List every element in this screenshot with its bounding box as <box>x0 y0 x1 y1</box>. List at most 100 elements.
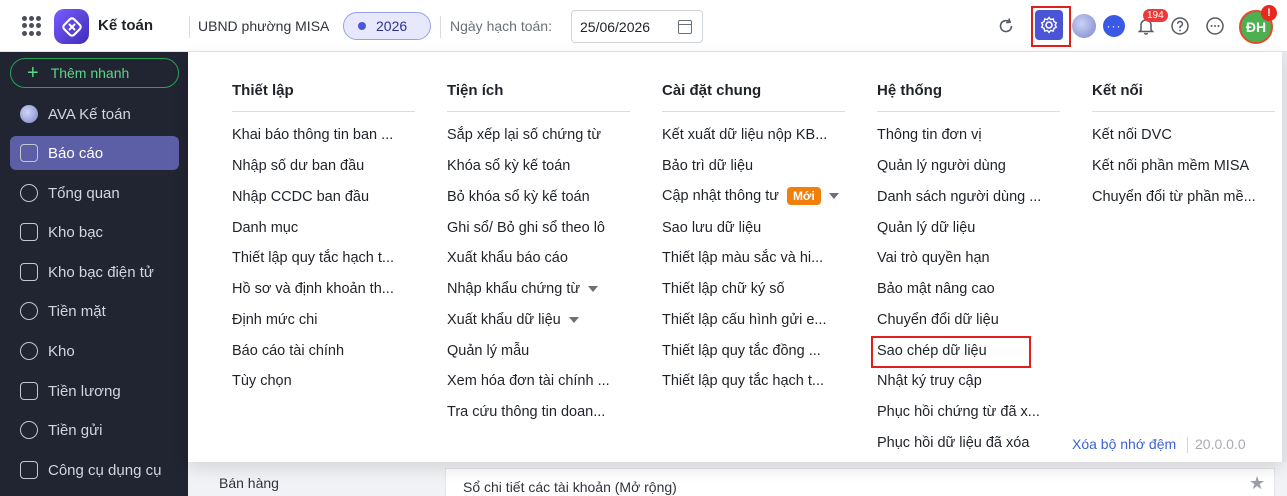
menu-item-export-data[interactable]: Xuất khẩu dữ liệu <box>447 312 579 328</box>
column-divider <box>662 111 845 112</box>
menu-item-lock-period[interactable]: Khóa sổ kỳ kế toán <box>447 158 570 174</box>
header-divider <box>440 16 441 38</box>
menu-item-spending-limits[interactable]: Định mức chi <box>232 312 317 328</box>
menu-item-sync-rules[interactable]: Thiết lập quy tắc đồng ... <box>662 343 821 359</box>
sidebar-item-deposits[interactable]: Tiền gửi <box>10 413 179 447</box>
tools-icon <box>20 461 38 479</box>
more-options-icon[interactable] <box>1201 12 1229 40</box>
menu-item-unit-info-declaration[interactable]: Khai báo thông tin ban ... <box>232 127 393 143</box>
sidebar-item-treasury[interactable]: Kho bạc <box>10 215 179 249</box>
menu-item-advanced-security[interactable]: Bảo mật nâng cao <box>877 281 995 297</box>
menu-item-connect-dvc[interactable]: Kết nối DVC <box>1092 127 1172 143</box>
copy-data-highlight-frame <box>871 336 1031 368</box>
menu-item-template-manager[interactable]: Quản lý mẫu <box>447 343 529 359</box>
calendar-icon[interactable] <box>678 20 692 34</box>
menu-item-view-invoice[interactable]: Xem hóa đơn tài chính ... <box>447 373 610 389</box>
menu-item-label: Xuất khẩu dữ liệu <box>447 312 561 328</box>
sidebar-item-cash[interactable]: Tiền mặt <box>10 294 179 328</box>
sidebar-item-tools[interactable]: Công cụ dụng cụ <box>10 453 179 487</box>
menu-item-opening-balance[interactable]: Nhập số dư ban đầu <box>232 158 364 174</box>
menu-item-posting-rules-2[interactable]: Thiết lập quy tắc hạch t... <box>662 373 824 389</box>
column-divider <box>1092 111 1275 112</box>
treasury-icon <box>20 223 38 241</box>
column-divider <box>447 111 630 112</box>
posting-date-input[interactable]: 25/06/2026 <box>571 10 703 43</box>
sidebar-item-label: Tiền gửi <box>48 421 103 439</box>
menu-item-data-maintenance[interactable]: Bảo trì dữ liệu <box>662 158 753 174</box>
year-label: 2026 <box>376 18 408 34</box>
organization-name[interactable]: UBND phường MISA <box>198 18 329 34</box>
cash-icon <box>20 302 38 320</box>
new-badge: Mới <box>786 187 821 205</box>
avatar-alert-badge: ! <box>1261 5 1277 21</box>
ai-assistant-icon[interactable] <box>1072 14 1096 38</box>
help-icon[interactable] <box>1166 12 1194 40</box>
settings-gear-icon[interactable] <box>1035 10 1063 40</box>
report-name[interactable]: Sổ chi tiết các tài khoản (Mở rộng) <box>463 479 677 495</box>
menu-item-catalog[interactable]: Danh mục <box>232 220 298 236</box>
menu-item-convert-software[interactable]: Chuyển đổi từ phần mề... <box>1092 189 1256 205</box>
posting-date-label: Ngày hạch toán: <box>450 18 552 34</box>
menu-item-restore-vouchers[interactable]: Phục hồi chứng từ đã x... <box>877 404 1040 420</box>
menu-item-business-lookup[interactable]: Tra cứu thông tin doan... <box>447 404 605 420</box>
menu-item-user-management[interactable]: Quản lý người dùng <box>877 158 1006 174</box>
chevron-down-icon <box>588 286 599 293</box>
chevron-down-icon <box>568 317 579 324</box>
header-divider <box>189 16 190 38</box>
report-group-item[interactable]: Bán hàng <box>219 475 279 491</box>
favorite-star-icon[interactable]: ★ <box>1249 473 1265 494</box>
menu-item-export-treasury-data[interactable]: Kết xuất dữ liệu nộp KB... <box>662 127 827 143</box>
menu-item-batch-post[interactable]: Ghi sổ/ Bỏ ghi sổ theo lô <box>447 220 605 236</box>
chat-icon[interactable]: ··· <box>1103 15 1125 37</box>
column-title-system: Hệ thống <box>877 82 942 99</box>
sidebar-item-label: Tiền mặt <box>48 302 106 320</box>
payroll-icon <box>20 382 38 400</box>
menu-item-access-log[interactable]: Nhật ký truy cập <box>877 373 982 389</box>
report-icon <box>20 144 38 162</box>
version-label: 20.0.0.0 <box>1195 436 1246 452</box>
menu-item-update-circular[interactable]: Cập nhật thông tư Mới <box>662 187 839 205</box>
menu-item-posting-rules[interactable]: Thiết lập quy tắc hạch t... <box>232 250 394 266</box>
settings-dropdown-panel: Thiết lập Khai báo thông tin ban ... Nhậ… <box>188 52 1282 462</box>
menu-item-user-list[interactable]: Danh sách người dùng ... <box>877 189 1041 205</box>
plus-icon: + <box>27 62 39 84</box>
year-selector[interactable]: 2026 <box>343 12 431 40</box>
clear-cache-link[interactable]: Xóa bộ nhớ đệm <box>1072 436 1176 452</box>
menu-item-data-management[interactable]: Quản lý dữ liệu <box>877 220 975 236</box>
menu-item-profiles-entries[interactable]: Hồ sơ và định khoản th... <box>232 281 394 297</box>
menu-item-backup-data[interactable]: Sao lưu dữ liệu <box>662 220 761 236</box>
sidebar-item-e-treasury[interactable]: Kho bạc điện tử <box>10 255 179 289</box>
menu-item-digital-signature[interactable]: Thiết lập chữ ký số <box>662 281 785 297</box>
footer-divider <box>1187 437 1188 453</box>
menu-item-restore-deleted-data[interactable]: Phục hồi dữ liệu đã xóa <box>877 435 1029 451</box>
quick-add-button[interactable]: + Thêm nhanh <box>10 58 179 88</box>
menu-item-unit-info[interactable]: Thông tin đơn vị <box>877 127 982 143</box>
sidebar-item-payroll[interactable]: Tiền lương <box>10 374 179 408</box>
refresh-icon[interactable] <box>992 12 1020 40</box>
sidebar-item-ava[interactable]: AVA Kế toán <box>10 97 179 131</box>
menu-item-email-config[interactable]: Thiết lập cấu hình gửi e... <box>662 312 826 328</box>
menu-item-financial-reports[interactable]: Báo cáo tài chính <box>232 343 344 359</box>
menu-item-export-report[interactable]: Xuất khẩu báo cáo <box>447 250 568 266</box>
menu-item-unlock-period[interactable]: Bỏ khóa sổ kỳ kế toán <box>447 189 590 205</box>
menu-item-import-vouchers[interactable]: Nhập khẩu chứng từ <box>447 281 599 297</box>
dashboard-icon <box>20 184 38 202</box>
menu-item-connect-misa[interactable]: Kết nối phần mềm MISA <box>1092 158 1249 174</box>
menu-item-options[interactable]: Tùy chọn <box>232 373 292 389</box>
e-treasury-icon <box>20 263 38 281</box>
menu-item-color-display[interactable]: Thiết lập màu sắc và hi... <box>662 250 823 266</box>
menu-item-opening-tools[interactable]: Nhập CCDC ban đầu <box>232 189 369 205</box>
sidebar-item-reports[interactable]: Báo cáo <box>10 136 179 170</box>
menu-item-renumber-vouchers[interactable]: Sắp xếp lại số chứng từ <box>447 127 601 143</box>
app-logo-icon[interactable] <box>54 9 89 44</box>
app-launcher-icon[interactable] <box>22 16 42 36</box>
sidebar-item-warehouse[interactable]: Kho <box>10 334 179 368</box>
column-title-utilities: Tiện ích <box>447 82 504 99</box>
menu-item-data-conversion[interactable]: Chuyển đổi dữ liệu <box>877 312 999 328</box>
sidebar-item-overview[interactable]: Tổng quan <box>10 176 179 210</box>
menu-item-roles-permissions[interactable]: Vai trò quyền hạn <box>877 250 990 266</box>
sidebar-item-label: Tiền lương <box>48 382 121 400</box>
warehouse-icon <box>20 342 38 360</box>
sidebar-item-label: Công cụ dụng cụ <box>48 461 162 479</box>
column-title-general-settings: Cài đặt chung <box>662 82 762 99</box>
